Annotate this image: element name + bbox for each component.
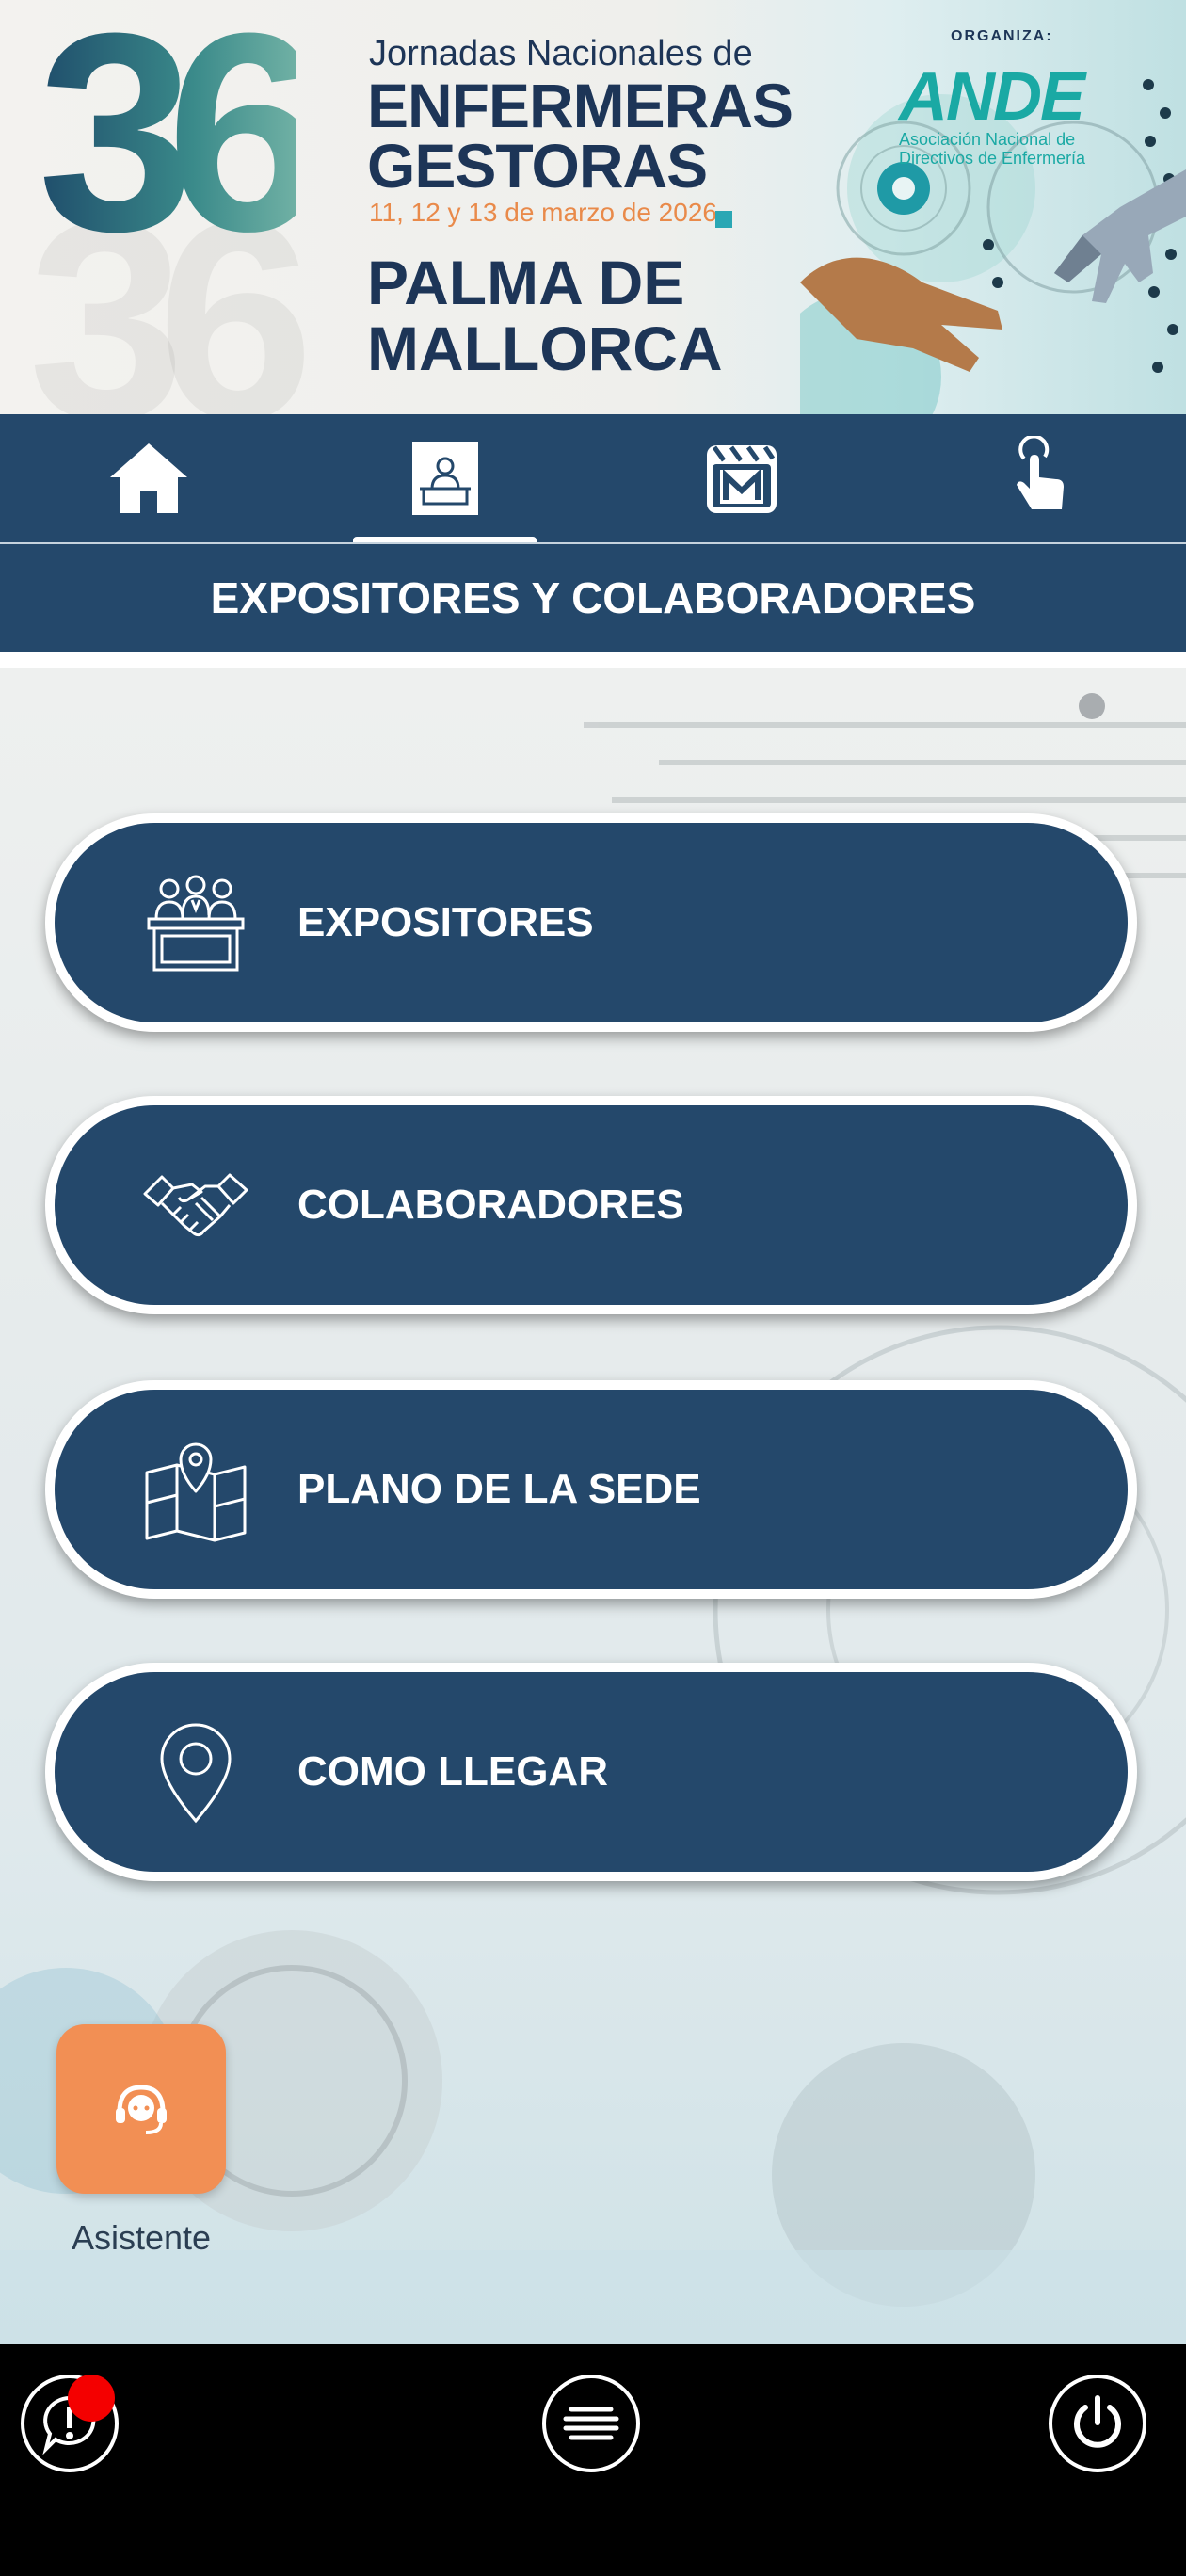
banner-dates: 11, 12 y 13 de marzo de 2026	[369, 198, 717, 227]
power-button[interactable]	[1049, 2375, 1146, 2472]
banner-city-line2: MALLORCA	[367, 314, 723, 383]
headset-agent-icon	[116, 2085, 167, 2134]
assistant-label: Asistente	[71, 2218, 212, 2257]
banner-accent-square	[715, 211, 732, 228]
menu-lines-icon	[563, 2407, 619, 2440]
tab-home[interactable]	[0, 414, 296, 542]
menu-button-expositores[interactable]: EXPOSITORES	[45, 813, 1137, 1032]
main-menu-button[interactable]	[542, 2375, 640, 2472]
map-pin-icon	[145, 1442, 247, 1542]
section-title: EXPOSITORES Y COLABORADORES	[0, 544, 1186, 652]
organizer-name: Asociación Nacional de Directivos de Enf…	[899, 130, 1086, 168]
section-divider	[0, 652, 1186, 668]
menu-button-como-llegar[interactable]: COMO LLEGAR	[45, 1663, 1137, 1881]
menu-label: EXPOSITORES	[297, 899, 594, 945]
banner-city-line1: PALMA DE	[367, 248, 685, 317]
reception-desk-icon	[411, 442, 478, 515]
organizer-logo: ANDE	[899, 59, 1085, 135]
tab-interactive[interactable]	[890, 414, 1186, 542]
menu-label: COLABORADORES	[297, 1182, 684, 1228]
notification-badge	[68, 2375, 115, 2422]
menu-label: COMO LLEGAR	[297, 1748, 608, 1795]
banner-title-line2: GESTORAS	[367, 131, 708, 201]
assistant-button[interactable]	[56, 2024, 226, 2194]
banner-number: 36	[38, 0, 324, 273]
organizer-label: ORGANIZA:	[951, 28, 1053, 44]
top-tab-bar	[0, 414, 1186, 544]
menu-label: PLANO DE LA SEDE	[297, 1466, 701, 1512]
event-banner: 36 36 Jornadas Nacionales de ENFERMERAS …	[0, 0, 1186, 414]
power-icon	[1074, 2395, 1121, 2448]
touch-hand-icon	[1016, 436, 1064, 509]
banner-subtitle: Jornadas Nacionales de	[369, 34, 753, 73]
location-pin-icon	[160, 1723, 232, 1824]
home-icon	[109, 443, 187, 513]
handshake-icon	[143, 1173, 248, 1237]
menu-button-plano-sede[interactable]: PLANO DE LA SEDE	[45, 1380, 1137, 1599]
tab-reception[interactable]	[296, 414, 593, 544]
film-clapper-m-icon	[706, 445, 777, 513]
tab-media[interactable]	[593, 414, 890, 542]
exhibitors-booth-icon	[147, 875, 245, 972]
menu-button-colaboradores[interactable]: COLABORADORES	[45, 1096, 1137, 1314]
